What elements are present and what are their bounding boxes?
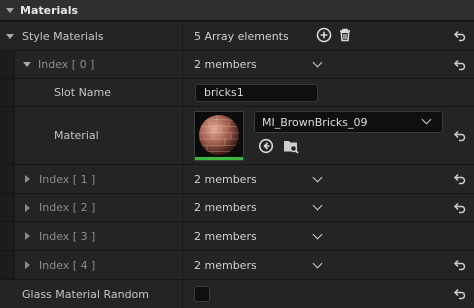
chevron-down-icon[interactable] bbox=[312, 57, 323, 68]
array-summary: 5 Array elements bbox=[194, 29, 289, 43]
index-3-name-col: Index [ 3 ] bbox=[0, 222, 182, 250]
collapsed-arrow-icon[interactable] bbox=[25, 232, 30, 240]
reset-to-default-icon[interactable] bbox=[446, 107, 474, 164]
expand-arrow-icon[interactable] bbox=[23, 62, 31, 67]
brick-sphere-icon bbox=[199, 115, 239, 155]
index-4-value-col[interactable]: 2 members bbox=[183, 251, 446, 279]
reset-to-default-icon[interactable] bbox=[446, 280, 474, 308]
index-0-value: 2 members bbox=[194, 58, 257, 71]
style-materials-name-col: Style Materials bbox=[0, 22, 182, 50]
index-1-label: Index [ 1 ] bbox=[39, 172, 96, 186]
index-0-row: Index [ 0 ] 2 members bbox=[0, 51, 474, 79]
reset-to-default-icon[interactable] bbox=[446, 51, 474, 78]
index-4-row: Index [ 4 ] 2 members bbox=[0, 251, 474, 280]
index-1-value-col[interactable]: 2 members bbox=[183, 165, 446, 193]
column-divider[interactable] bbox=[182, 107, 183, 164]
material-thumbnail[interactable] bbox=[194, 111, 244, 161]
index-0-value-col[interactable]: 2 members bbox=[183, 51, 446, 78]
index-3-value-col[interactable]: 2 members bbox=[183, 222, 446, 250]
index-3-label: Index [ 3 ] bbox=[39, 229, 96, 243]
index-2-value: 2 members bbox=[194, 201, 257, 214]
index-3-value: 2 members bbox=[194, 229, 257, 243]
material-asset-picker[interactable]: MI_BrownBricks_09 bbox=[254, 111, 443, 133]
collapsed-arrow-icon[interactable] bbox=[25, 261, 30, 269]
material-row: Material MI_BrownBricks_09 bbox=[0, 107, 474, 165]
reset-to-default-icon[interactable] bbox=[446, 194, 474, 221]
slot-name-name-col: Slot Name bbox=[0, 79, 182, 106]
chevron-down-icon[interactable] bbox=[421, 114, 432, 125]
reset-to-default-icon[interactable] bbox=[446, 165, 474, 193]
expand-arrow-icon[interactable] bbox=[6, 33, 14, 39]
use-selected-asset-icon[interactable] bbox=[258, 138, 274, 157]
add-element-icon[interactable] bbox=[316, 27, 332, 46]
index-4-label: Index [ 4 ] bbox=[39, 258, 96, 272]
glass-material-random-label: Glass Material Random bbox=[22, 287, 150, 301]
collapsed-arrow-icon[interactable] bbox=[25, 175, 30, 183]
slot-name-row: Slot Name bricks1 bbox=[0, 79, 474, 107]
index-1-row: Index [ 1 ] 2 members bbox=[0, 165, 474, 194]
index-4-value: 2 members bbox=[194, 258, 257, 272]
index-0-label: Index [ 0 ] bbox=[38, 58, 95, 71]
material-asset-value: MI_BrownBricks_09 bbox=[262, 115, 368, 129]
collapsed-arrow-icon[interactable] bbox=[25, 203, 30, 212]
collapse-arrow-icon[interactable] bbox=[6, 7, 14, 13]
index-2-value-col[interactable]: 2 members bbox=[183, 194, 446, 221]
chevron-down-icon[interactable] bbox=[312, 172, 323, 182]
browse-to-asset-icon[interactable] bbox=[282, 137, 300, 158]
reset-to-default-icon[interactable] bbox=[446, 22, 474, 50]
chevron-down-icon[interactable] bbox=[312, 258, 323, 268]
style-materials-row: Style Materials 5 Array elements bbox=[0, 22, 474, 51]
index-2-name-col: Index [ 2 ] bbox=[0, 194, 182, 221]
material-name-col: Material bbox=[0, 107, 182, 164]
index-0-name-col: Index [ 0 ] bbox=[0, 51, 182, 78]
index-4-name-col: Index [ 4 ] bbox=[0, 251, 182, 279]
style-materials-label: Style Materials bbox=[22, 29, 104, 43]
chevron-down-icon[interactable] bbox=[312, 200, 323, 211]
glass-value-col bbox=[183, 280, 446, 308]
glass-material-random-row: Glass Material Random bbox=[0, 280, 474, 308]
materials-section-header[interactable]: Materials bbox=[0, 0, 474, 21]
asset-type-bar bbox=[195, 157, 243, 160]
delete-icon[interactable] bbox=[337, 27, 353, 46]
reset-to-default-icon[interactable] bbox=[446, 251, 474, 279]
slot-name-value-col: bricks1 bbox=[183, 79, 446, 106]
chevron-down-icon[interactable] bbox=[312, 229, 323, 239]
index-1-name-col: Index [ 1 ] bbox=[0, 165, 182, 193]
index-2-label: Index [ 2 ] bbox=[39, 201, 96, 214]
index-3-row: Index [ 3 ] 2 members bbox=[0, 222, 474, 251]
section-title: Materials bbox=[20, 3, 79, 17]
slot-name-input[interactable]: bricks1 bbox=[195, 83, 318, 102]
slot-name-label: Slot Name bbox=[54, 86, 112, 99]
glass-name-col: Glass Material Random bbox=[0, 280, 182, 308]
index-2-row: Index [ 2 ] 2 members bbox=[0, 194, 474, 222]
glass-material-random-checkbox[interactable] bbox=[194, 286, 210, 302]
style-materials-value-col: 5 Array elements bbox=[183, 22, 446, 50]
index-1-value: 2 members bbox=[194, 172, 257, 186]
material-label: Material bbox=[54, 129, 99, 142]
